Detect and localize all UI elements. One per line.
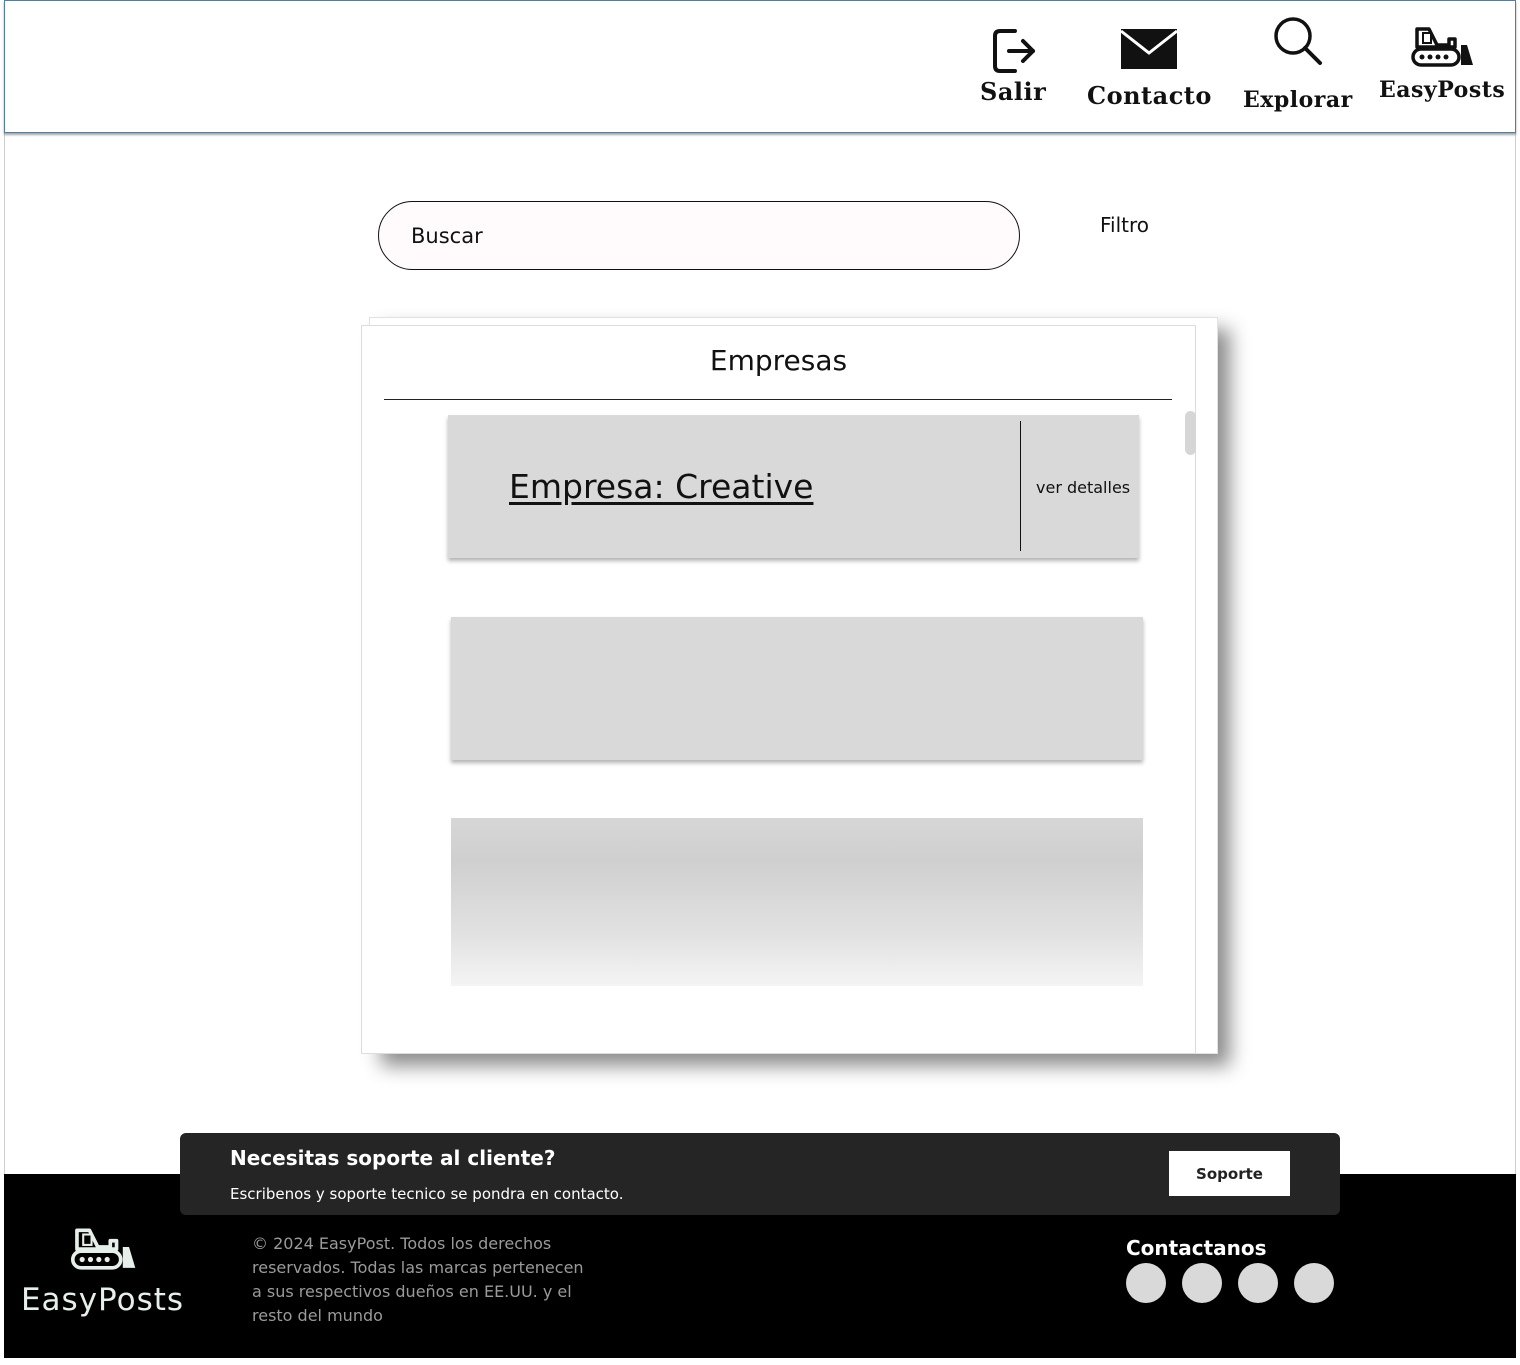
contact-title: Contactanos bbox=[1126, 1236, 1267, 1260]
top-nav-bar: Salir Contacto Explorar EasyPosts bbox=[4, 0, 1516, 133]
company-card-placeholder[interactable] bbox=[451, 617, 1143, 760]
panel-title: Empresas bbox=[709, 344, 848, 377]
nav-label-contacto: Contacto bbox=[1087, 81, 1212, 110]
scrollbar-thumb[interactable] bbox=[1185, 411, 1196, 455]
nav-label-easyposts: EasyPosts bbox=[1379, 77, 1506, 103]
support-banner: Necesitas soporte al cliente? Escribenos… bbox=[180, 1133, 1340, 1215]
panel-divider bbox=[384, 399, 1172, 400]
social-icon-4[interactable] bbox=[1294, 1263, 1334, 1303]
search-box bbox=[378, 201, 1020, 270]
search-input[interactable] bbox=[409, 222, 973, 249]
nav-easyposts[interactable]: EasyPosts bbox=[1379, 21, 1505, 103]
nav-explorar[interactable]: Explorar bbox=[1243, 15, 1353, 113]
exit-icon bbox=[987, 25, 1039, 77]
nav-label-explorar: Explorar bbox=[1243, 87, 1353, 113]
search-icon bbox=[1272, 15, 1324, 67]
copyright-text: © 2024 EasyPost. Todos los derechos rese… bbox=[252, 1234, 584, 1325]
nav-salir[interactable]: Salir bbox=[980, 25, 1046, 106]
support-button[interactable]: Soporte bbox=[1169, 1151, 1290, 1196]
support-title: Necesitas soporte al cliente? bbox=[230, 1146, 556, 1170]
social-icon-2[interactable] bbox=[1182, 1263, 1222, 1303]
companies-panel: Empresas Empresa: Creative ver detalles bbox=[361, 325, 1196, 1054]
bulldozer-icon bbox=[1409, 21, 1475, 69]
filter-button[interactable]: Filtro bbox=[1100, 213, 1149, 237]
card-divider bbox=[1020, 421, 1021, 551]
envelope-icon bbox=[1119, 27, 1179, 71]
bulldozer-icon bbox=[68, 1222, 138, 1276]
footer-logo[interactable]: EasyPosts bbox=[20, 1222, 185, 1318]
nav-contacto[interactable]: Contacto bbox=[1087, 27, 1212, 110]
company-card-placeholder-faded[interactable] bbox=[451, 818, 1143, 986]
company-card: Empresa: Creative ver detalles bbox=[448, 415, 1139, 558]
company-name-link[interactable]: Empresa: Creative bbox=[509, 467, 813, 506]
social-icon-3[interactable] bbox=[1238, 1263, 1278, 1303]
view-details-button[interactable]: ver detalles bbox=[1036, 478, 1130, 497]
nav-label-salir: Salir bbox=[980, 77, 1047, 106]
social-icon-1[interactable] bbox=[1126, 1263, 1166, 1303]
support-subtitle: Escribenos y soporte tecnico se pondra e… bbox=[230, 1185, 624, 1203]
footer-brand-name: EasyPosts bbox=[20, 1282, 185, 1318]
